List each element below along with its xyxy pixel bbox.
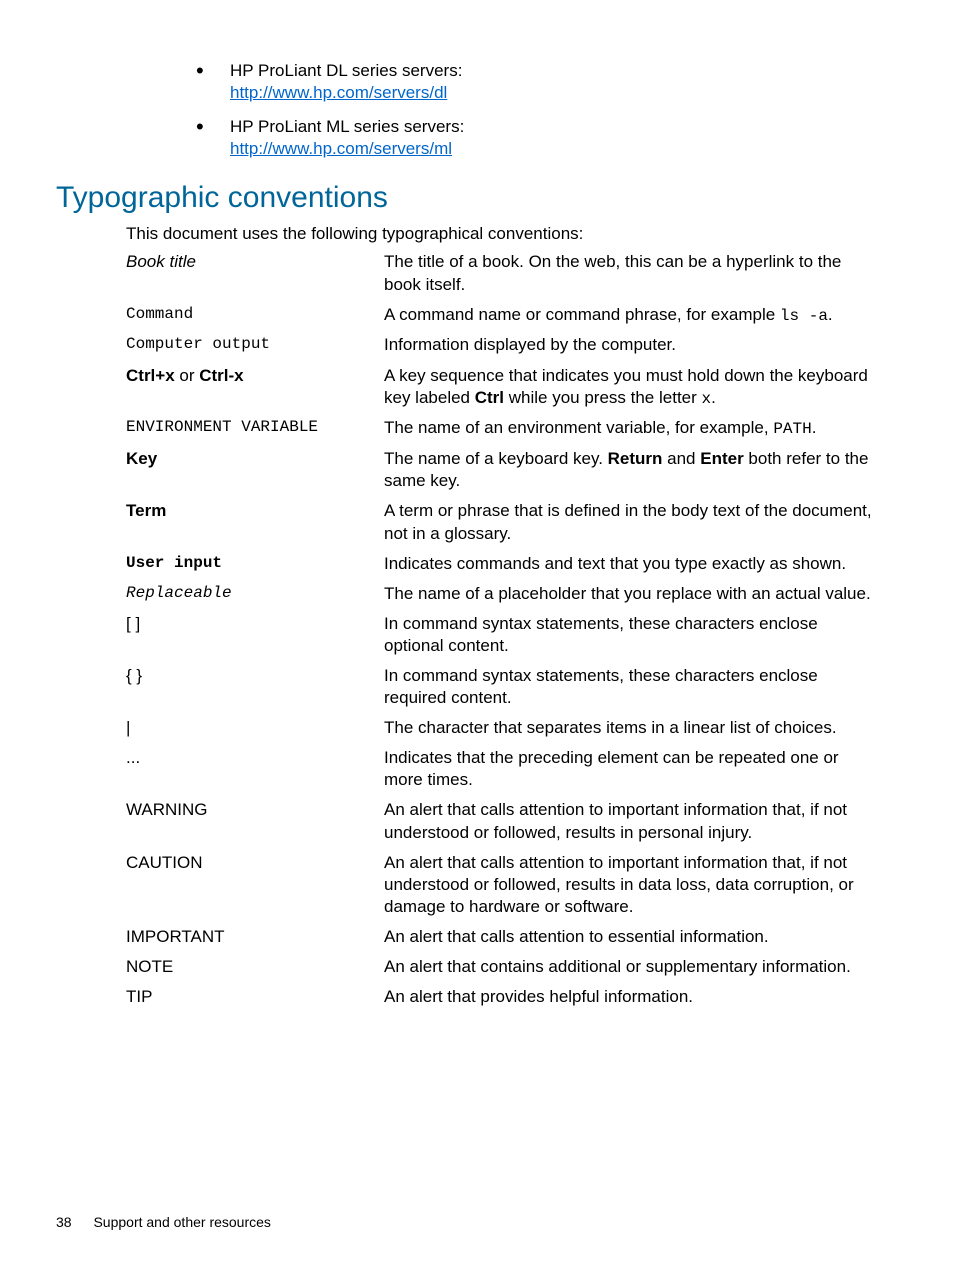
def-desc: The name of a placeholder that you repla…	[384, 583, 872, 605]
key-name: Ctrl	[475, 388, 504, 407]
code: x	[702, 390, 712, 408]
def-desc: Information displayed by the computer.	[384, 334, 872, 356]
key-name: Return	[608, 449, 663, 468]
def-desc: An alert that provides helpful informati…	[384, 986, 872, 1008]
def-term: [ ]	[126, 613, 384, 635]
key-name: Enter	[700, 449, 743, 468]
def-desc: A term or phrase that is defined in the …	[384, 500, 872, 544]
def-row: ENVIRONMENT VARIABLE The name of an envi…	[126, 417, 872, 440]
def-term: Book title	[126, 251, 384, 273]
text: .	[812, 418, 817, 437]
def-row: Replaceable The name of a placeholder th…	[126, 583, 872, 605]
def-row: Ctrl+x or Ctrl-x A key sequence that ind…	[126, 365, 872, 410]
def-desc: The character that separates items in a …	[384, 717, 872, 739]
def-desc: A key sequence that indicates you must h…	[384, 365, 872, 410]
text: .	[711, 388, 716, 407]
footer-section: Support and other resources	[93, 1214, 270, 1230]
text: The name of a keyboard key.	[384, 449, 608, 468]
def-row: Computer output Information displayed by…	[126, 334, 872, 356]
intro-text: This document uses the following typogra…	[126, 223, 872, 245]
def-term: Key	[126, 448, 384, 470]
def-desc: An alert that contains additional or sup…	[384, 956, 872, 978]
def-desc: A command name or command phrase, for ex…	[384, 304, 872, 327]
server-link-ml[interactable]: http://www.hp.com/servers/ml	[230, 139, 452, 158]
bullet-text: HP ProLiant ML series servers:	[230, 117, 464, 136]
def-row: { } In command syntax statements, these …	[126, 665, 872, 709]
def-row: [ ] In command syntax statements, these …	[126, 613, 872, 657]
list-item: HP ProLiant DL series servers: http://ww…	[196, 60, 872, 104]
server-link-list: HP ProLiant DL series servers: http://ww…	[56, 60, 872, 160]
section-heading: Typographic conventions	[56, 178, 872, 217]
def-term: Command	[126, 304, 384, 325]
def-desc: An alert that calls attention to essenti…	[384, 926, 872, 948]
text: and	[662, 449, 700, 468]
def-row: Term A term or phrase that is defined in…	[126, 500, 872, 544]
def-desc: The name of a keyboard key. Return and E…	[384, 448, 872, 492]
def-term: CAUTION	[126, 852, 384, 874]
code: PATH	[773, 420, 811, 438]
def-term: TIP	[126, 986, 384, 1008]
server-link-dl[interactable]: http://www.hp.com/servers/dl	[230, 83, 447, 102]
def-term: User input	[126, 553, 384, 574]
def-row: Key The name of a keyboard key. Return a…	[126, 448, 872, 492]
text: or	[175, 366, 200, 385]
code: ls -a	[780, 307, 828, 325]
def-term: Computer output	[126, 334, 384, 355]
def-desc: The name of an environment variable, for…	[384, 417, 872, 440]
def-desc: An alert that calls attention to importa…	[384, 799, 872, 843]
def-term: |	[126, 717, 384, 739]
def-term: IMPORTANT	[126, 926, 384, 948]
def-term: Term	[126, 500, 384, 522]
key-seq: Ctrl-x	[199, 366, 243, 385]
def-row: Book title The title of a book. On the w…	[126, 251, 872, 295]
page-footer: 38 Support and other resources	[56, 1213, 271, 1231]
def-row: WARNING An alert that calls attention to…	[126, 799, 872, 843]
def-term: ENVIRONMENT VARIABLE	[126, 417, 384, 438]
def-row: ... Indicates that the preceding element…	[126, 747, 872, 791]
def-desc: Indicates commands and text that you typ…	[384, 553, 872, 575]
def-row: | The character that separates items in …	[126, 717, 872, 739]
def-row: NOTE An alert that contains additional o…	[126, 956, 872, 978]
def-term: NOTE	[126, 956, 384, 978]
text: .	[828, 305, 833, 324]
def-row: User input Indicates commands and text t…	[126, 553, 872, 575]
text: The name of an environment variable, for…	[384, 418, 773, 437]
key-seq: Ctrl+x	[126, 366, 175, 385]
def-desc: The title of a book. On the web, this ca…	[384, 251, 872, 295]
def-desc: Indicates that the preceding element can…	[384, 747, 872, 791]
bullet-text: HP ProLiant DL series servers:	[230, 61, 462, 80]
def-row: Command A command name or command phrase…	[126, 304, 872, 327]
def-desc: In command syntax statements, these char…	[384, 665, 872, 709]
page-number: 38	[56, 1213, 72, 1231]
def-term: Replaceable	[126, 583, 384, 604]
definition-list: Book title The title of a book. On the w…	[126, 251, 872, 1008]
def-term: ...	[126, 747, 384, 769]
def-row: IMPORTANT An alert that calls attention …	[126, 926, 872, 948]
def-row: TIP An alert that provides helpful infor…	[126, 986, 872, 1008]
def-desc: In command syntax statements, these char…	[384, 613, 872, 657]
list-item: HP ProLiant ML series servers: http://ww…	[196, 116, 872, 160]
def-term: { }	[126, 665, 384, 687]
def-term: Ctrl+x or Ctrl-x	[126, 365, 384, 387]
text: while you press the letter	[504, 388, 701, 407]
text: A command name or command phrase, for ex…	[384, 305, 780, 324]
def-term: WARNING	[126, 799, 384, 821]
def-desc: An alert that calls attention to importa…	[384, 852, 872, 918]
def-row: CAUTION An alert that calls attention to…	[126, 852, 872, 918]
